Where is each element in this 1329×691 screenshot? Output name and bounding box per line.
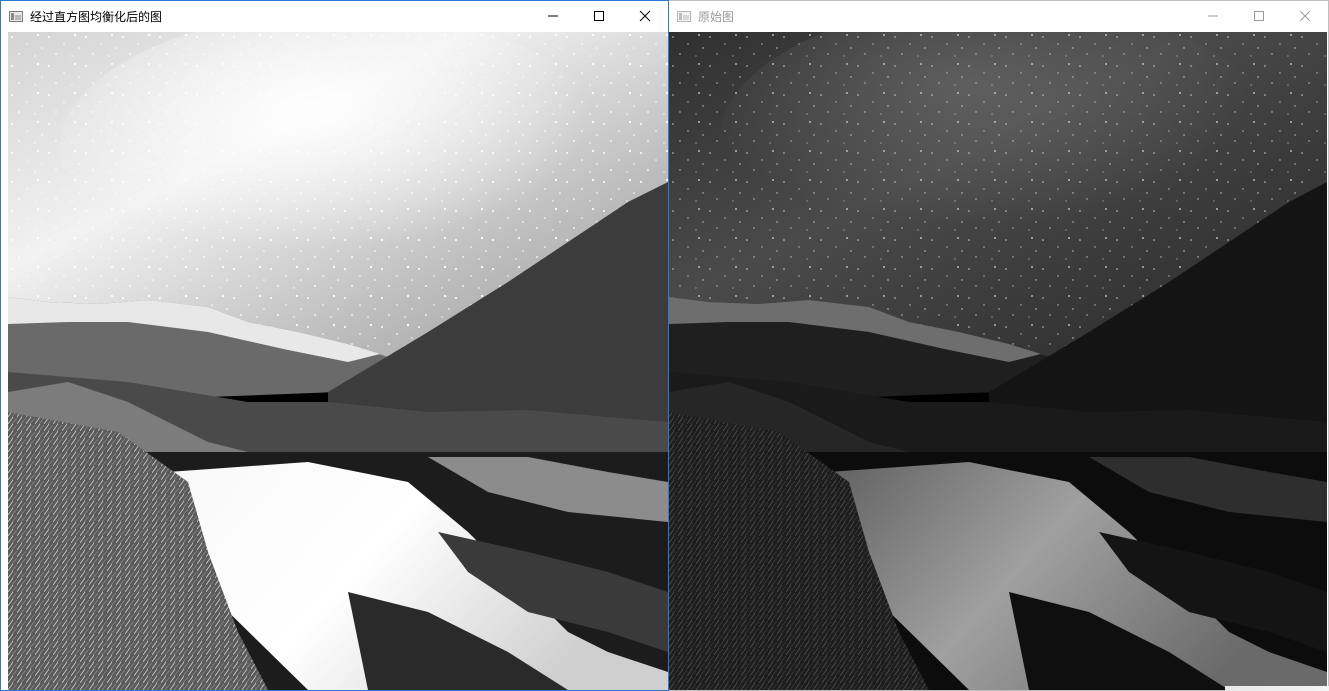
minimize-icon <box>1208 15 1218 17</box>
minimize-button[interactable] <box>530 1 576 31</box>
window-title: 经过直方图均衡化后的图 <box>30 9 163 24</box>
minimize-icon <box>548 15 558 17</box>
taskbar-edge <box>1225 686 1329 691</box>
opencv-window-icon[interactable] <box>9 10 23 22</box>
desktop: 经过直方图均衡化后的图 原始图 <box>0 0 1329 691</box>
close-icon <box>1299 10 1311 22</box>
close-button[interactable] <box>1282 1 1328 31</box>
equalized-image-window[interactable]: 经过直方图均衡化后的图 <box>0 0 669 691</box>
title-bar[interactable]: 经过直方图均衡化后的图 <box>1 1 668 31</box>
close-button[interactable] <box>622 1 668 31</box>
landscape-photo-equalized <box>8 32 668 690</box>
maximize-button[interactable] <box>576 1 622 31</box>
original-image[interactable] <box>669 32 1327 690</box>
landscape-photo-original <box>669 32 1327 690</box>
maximize-icon <box>1254 11 1264 21</box>
equalized-image[interactable] <box>8 32 668 690</box>
original-image-window[interactable]: 原始图 <box>669 0 1329 691</box>
window-controls <box>530 1 668 31</box>
title-bar[interactable]: 原始图 <box>669 1 1328 31</box>
maximize-button[interactable] <box>1236 1 1282 31</box>
close-icon <box>639 10 651 22</box>
maximize-icon <box>594 11 604 21</box>
minimize-button[interactable] <box>1190 1 1236 31</box>
opencv-window-icon[interactable] <box>677 10 691 22</box>
window-title: 原始图 <box>698 9 735 24</box>
window-controls <box>1190 1 1328 31</box>
